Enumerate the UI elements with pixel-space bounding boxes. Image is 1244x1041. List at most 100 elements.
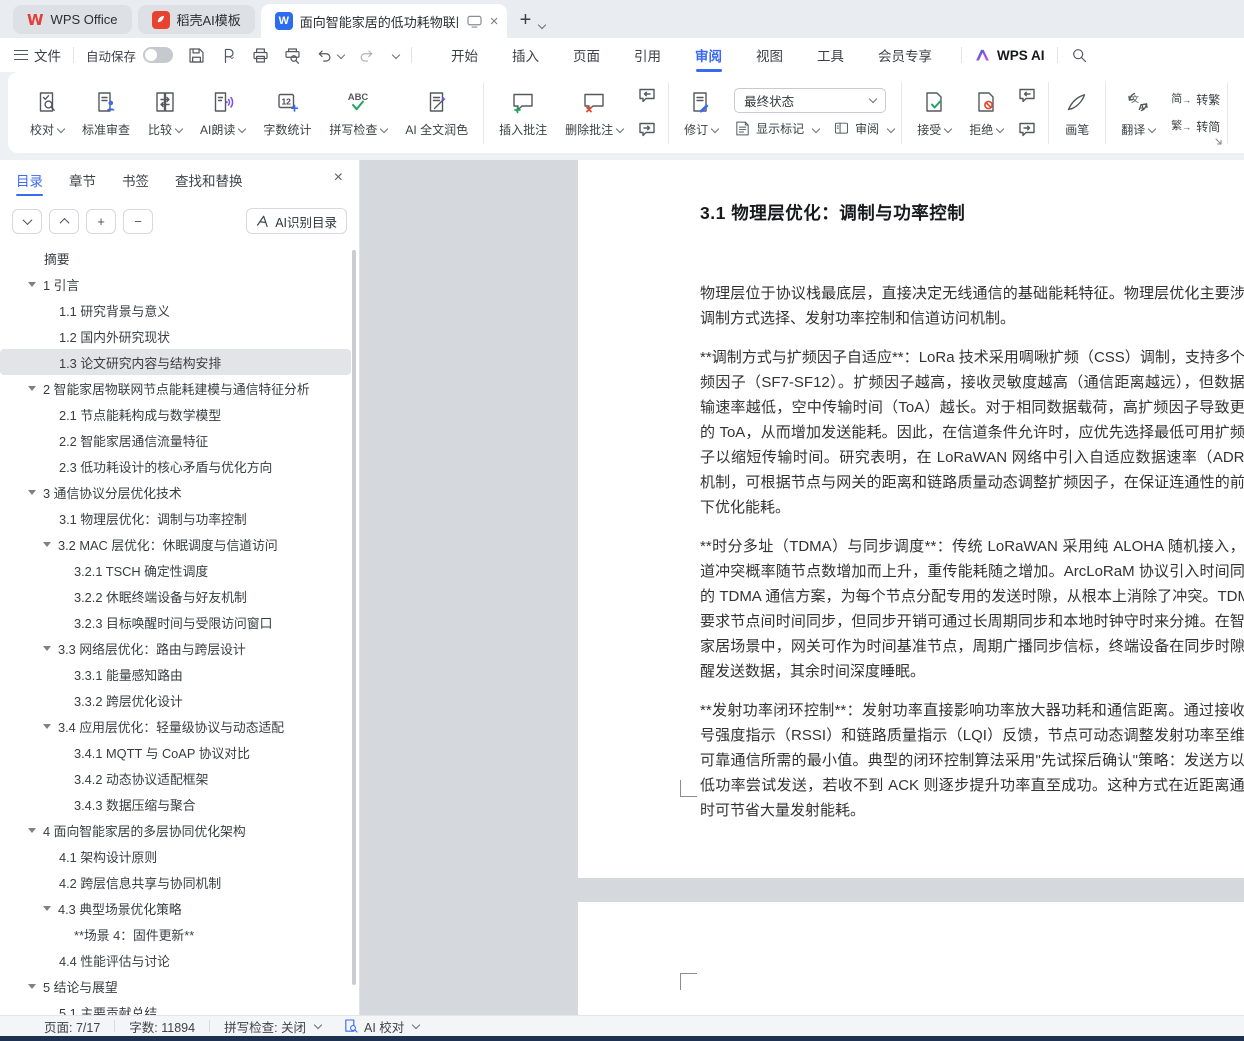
menu-member[interactable]: 会员专享 bbox=[861, 38, 949, 72]
toc-item[interactable]: 3.2 MAC 层优化：休眠调度与信道访问 bbox=[0, 531, 351, 557]
sidebar-close-icon[interactable]: × bbox=[334, 169, 343, 187]
print-icon[interactable] bbox=[251, 46, 270, 65]
print-preview-icon[interactable] bbox=[283, 46, 302, 65]
export-pdf-icon[interactable] bbox=[219, 46, 238, 65]
spell-check-button[interactable]: ABC 拼写检查 bbox=[321, 77, 395, 149]
toc-item[interactable]: 3.4 应用层优化：轻量级协议与动态适配 bbox=[0, 713, 351, 739]
expand-arrow-icon[interactable] bbox=[28, 490, 36, 495]
toc-item[interactable]: 3.4.3 数据压缩与聚合 bbox=[0, 791, 351, 817]
toc-item[interactable]: **场景 4：固件更新** bbox=[0, 921, 351, 947]
toc-item[interactable]: 3 通信协议分层优化技术 bbox=[0, 479, 351, 505]
toc-item[interactable]: 1.2 国内外研究现状 bbox=[0, 323, 351, 349]
autosave-toggle[interactable] bbox=[143, 47, 173, 63]
toc-item[interactable]: 2.1 节点能耗构成与数学模型 bbox=[0, 401, 351, 427]
sidebar-tab-find-replace[interactable]: 查找和替换 bbox=[175, 160, 243, 200]
accept-change-button[interactable]: 接受 bbox=[909, 77, 959, 149]
reject-change-button[interactable]: 拒绝 bbox=[961, 77, 1011, 149]
toc-item[interactable]: 3.1 物理层优化：调制与功率控制 bbox=[0, 505, 351, 531]
track-changes-button[interactable]: 修订 bbox=[676, 77, 726, 149]
tab-session-icon[interactable] bbox=[467, 15, 482, 28]
toc-next-button[interactable] bbox=[12, 209, 42, 234]
expand-arrow-icon[interactable] bbox=[43, 724, 51, 729]
toc-item[interactable]: 4.4 性能评估与讨论 bbox=[0, 947, 351, 973]
document-page-8[interactable] bbox=[578, 902, 1244, 1015]
toc-item[interactable]: 5 结论与展望 bbox=[0, 973, 351, 999]
toc-item[interactable]: 1.3 论文研究内容与结构安排 bbox=[0, 349, 351, 375]
menu-reference[interactable]: 引用 bbox=[617, 38, 678, 72]
sidebar-tab-contents[interactable]: 目录 bbox=[16, 160, 43, 200]
sidebar-tab-bookmarks[interactable]: 书签 bbox=[122, 160, 149, 200]
spellcheck-status-button[interactable]: 拼写检查: 关闭 bbox=[224, 1017, 321, 1036]
tab-docer-templates[interactable]: 稻壳AI模板 bbox=[138, 5, 255, 34]
tab-wps-office[interactable]: W WPS Office bbox=[13, 5, 132, 34]
ai-recognize-toc-button[interactable]: AI识别目录 bbox=[246, 208, 347, 234]
search-icon[interactable] bbox=[1070, 46, 1088, 64]
toc-item[interactable]: 4 面向智能家居的多层协同优化架构 bbox=[0, 817, 351, 843]
ai-polish-button[interactable]: AI 全文润色 bbox=[397, 77, 476, 149]
next-change-icon[interactable] bbox=[1017, 120, 1037, 140]
show-markup-button[interactable]: 显示标记 bbox=[734, 120, 819, 137]
toc-item[interactable]: 3.2.1 TSCH 确定性调度 bbox=[0, 557, 351, 583]
expand-arrow-icon[interactable] bbox=[43, 646, 51, 651]
sidebar-scrollbar[interactable] bbox=[352, 250, 356, 985]
brush-button[interactable]: 画笔 bbox=[1056, 77, 1098, 149]
expand-arrow-icon[interactable] bbox=[43, 906, 51, 911]
file-menu-button[interactable]: 文件 bbox=[14, 45, 61, 65]
toc-expand-button[interactable]: + bbox=[86, 209, 116, 234]
expand-arrow-icon[interactable] bbox=[28, 984, 36, 989]
tab-close-icon[interactable]: × bbox=[490, 13, 499, 30]
toc-item[interactable]: 4.2 跨层信息共享与协同机制 bbox=[0, 869, 351, 895]
document-page-7[interactable]: 3.1 物理层优化：调制与功率控制 物理层位于协议栈最底层，直接决定无线通信的基… bbox=[578, 160, 1244, 878]
toc-item[interactable]: 3.2.3 目标唤醒时间与受限访问窗口 bbox=[0, 609, 351, 635]
new-tab-button[interactable]: + bbox=[520, 9, 532, 32]
toc-item[interactable]: 2 智能家居物联网节点能耗建模与通信特征分析 bbox=[0, 375, 351, 401]
toc-item[interactable]: 3.2.2 休眠终端设备与好友机制 bbox=[0, 583, 351, 609]
undo-button[interactable] bbox=[315, 46, 344, 65]
toc-previous-button[interactable] bbox=[49, 209, 79, 234]
restrict-editing-button[interactable]: 限制编辑 bbox=[1235, 77, 1244, 149]
to-simplified-button[interactable]: 繁→ 转简 bbox=[1171, 118, 1220, 135]
toc-item[interactable]: 5.1 主要贡献总结 bbox=[0, 999, 351, 1015]
next-comment-icon[interactable] bbox=[637, 120, 657, 140]
toc-item[interactable]: 3.4.2 动态协议适配框架 bbox=[0, 765, 351, 791]
redo-icon[interactable] bbox=[357, 46, 376, 65]
toc-item[interactable]: 1 引言 bbox=[0, 271, 351, 297]
toc-item[interactable]: 3.4.1 MQTT 与 CoAP 协议对比 bbox=[0, 739, 351, 765]
toc-item[interactable]: 2.2 智能家居通信流量特征 bbox=[0, 427, 351, 453]
expand-arrow-icon[interactable] bbox=[28, 386, 36, 391]
translate-button[interactable]: 文A 翻译 bbox=[1113, 77, 1163, 149]
delete-comment-button[interactable]: 删除批注 bbox=[557, 77, 631, 149]
tab-document[interactable]: W 面向智能家居的低功耗物联网 × bbox=[261, 4, 507, 38]
to-traditional-button[interactable]: 简→ 转繁 bbox=[1171, 91, 1220, 108]
menu-view[interactable]: 视图 bbox=[739, 38, 800, 72]
tab-list-chevron-icon[interactable] bbox=[538, 21, 546, 29]
review-pane-button[interactable]: 审阅 bbox=[833, 120, 894, 137]
toc-collapse-button[interactable]: − bbox=[123, 209, 153, 234]
toc-item[interactable]: 3.3.1 能量感知路由 bbox=[0, 661, 351, 687]
markup-state-select[interactable]: 最终状态 bbox=[734, 88, 886, 113]
quickbar-more-chevron-icon[interactable] bbox=[392, 51, 400, 59]
word-count-button[interactable]: 12 字数统计 bbox=[255, 77, 319, 149]
menu-insert[interactable]: 插入 bbox=[495, 38, 556, 72]
previous-comment-icon[interactable] bbox=[637, 86, 657, 106]
standard-review-button[interactable]: 标准审查 bbox=[74, 77, 138, 149]
compare-button[interactable]: 比较 bbox=[140, 77, 190, 149]
expand-arrow-icon[interactable] bbox=[43, 542, 51, 547]
wps-ai-button[interactable]: WPS AI bbox=[974, 47, 1045, 64]
menu-start[interactable]: 开始 bbox=[434, 38, 495, 72]
dialog-launcher-icon[interactable] bbox=[1214, 137, 1224, 147]
expand-arrow-icon[interactable] bbox=[28, 828, 36, 833]
toc-item[interactable]: 4.3 典型场景优化策略 bbox=[0, 895, 351, 921]
menu-page[interactable]: 页面 bbox=[556, 38, 617, 72]
toc-item[interactable]: 3.3.2 跨层优化设计 bbox=[0, 687, 351, 713]
proofread-button[interactable]: 校对 bbox=[22, 77, 72, 149]
menu-review[interactable]: 审阅 bbox=[678, 38, 739, 72]
ai-proofread-button[interactable]: AI 校对 bbox=[343, 1017, 419, 1036]
toc-item[interactable]: 摘要 bbox=[0, 245, 351, 271]
insert-comment-button[interactable]: 插入批注 bbox=[491, 77, 555, 149]
toc-item[interactable]: 3.3 网络层优化：路由与跨层设计 bbox=[0, 635, 351, 661]
menu-tools[interactable]: 工具 bbox=[800, 38, 861, 72]
expand-arrow-icon[interactable] bbox=[28, 282, 36, 287]
ai-read-button[interactable]: AI朗读 bbox=[192, 77, 253, 149]
sidebar-tab-chapters[interactable]: 章节 bbox=[69, 160, 96, 200]
